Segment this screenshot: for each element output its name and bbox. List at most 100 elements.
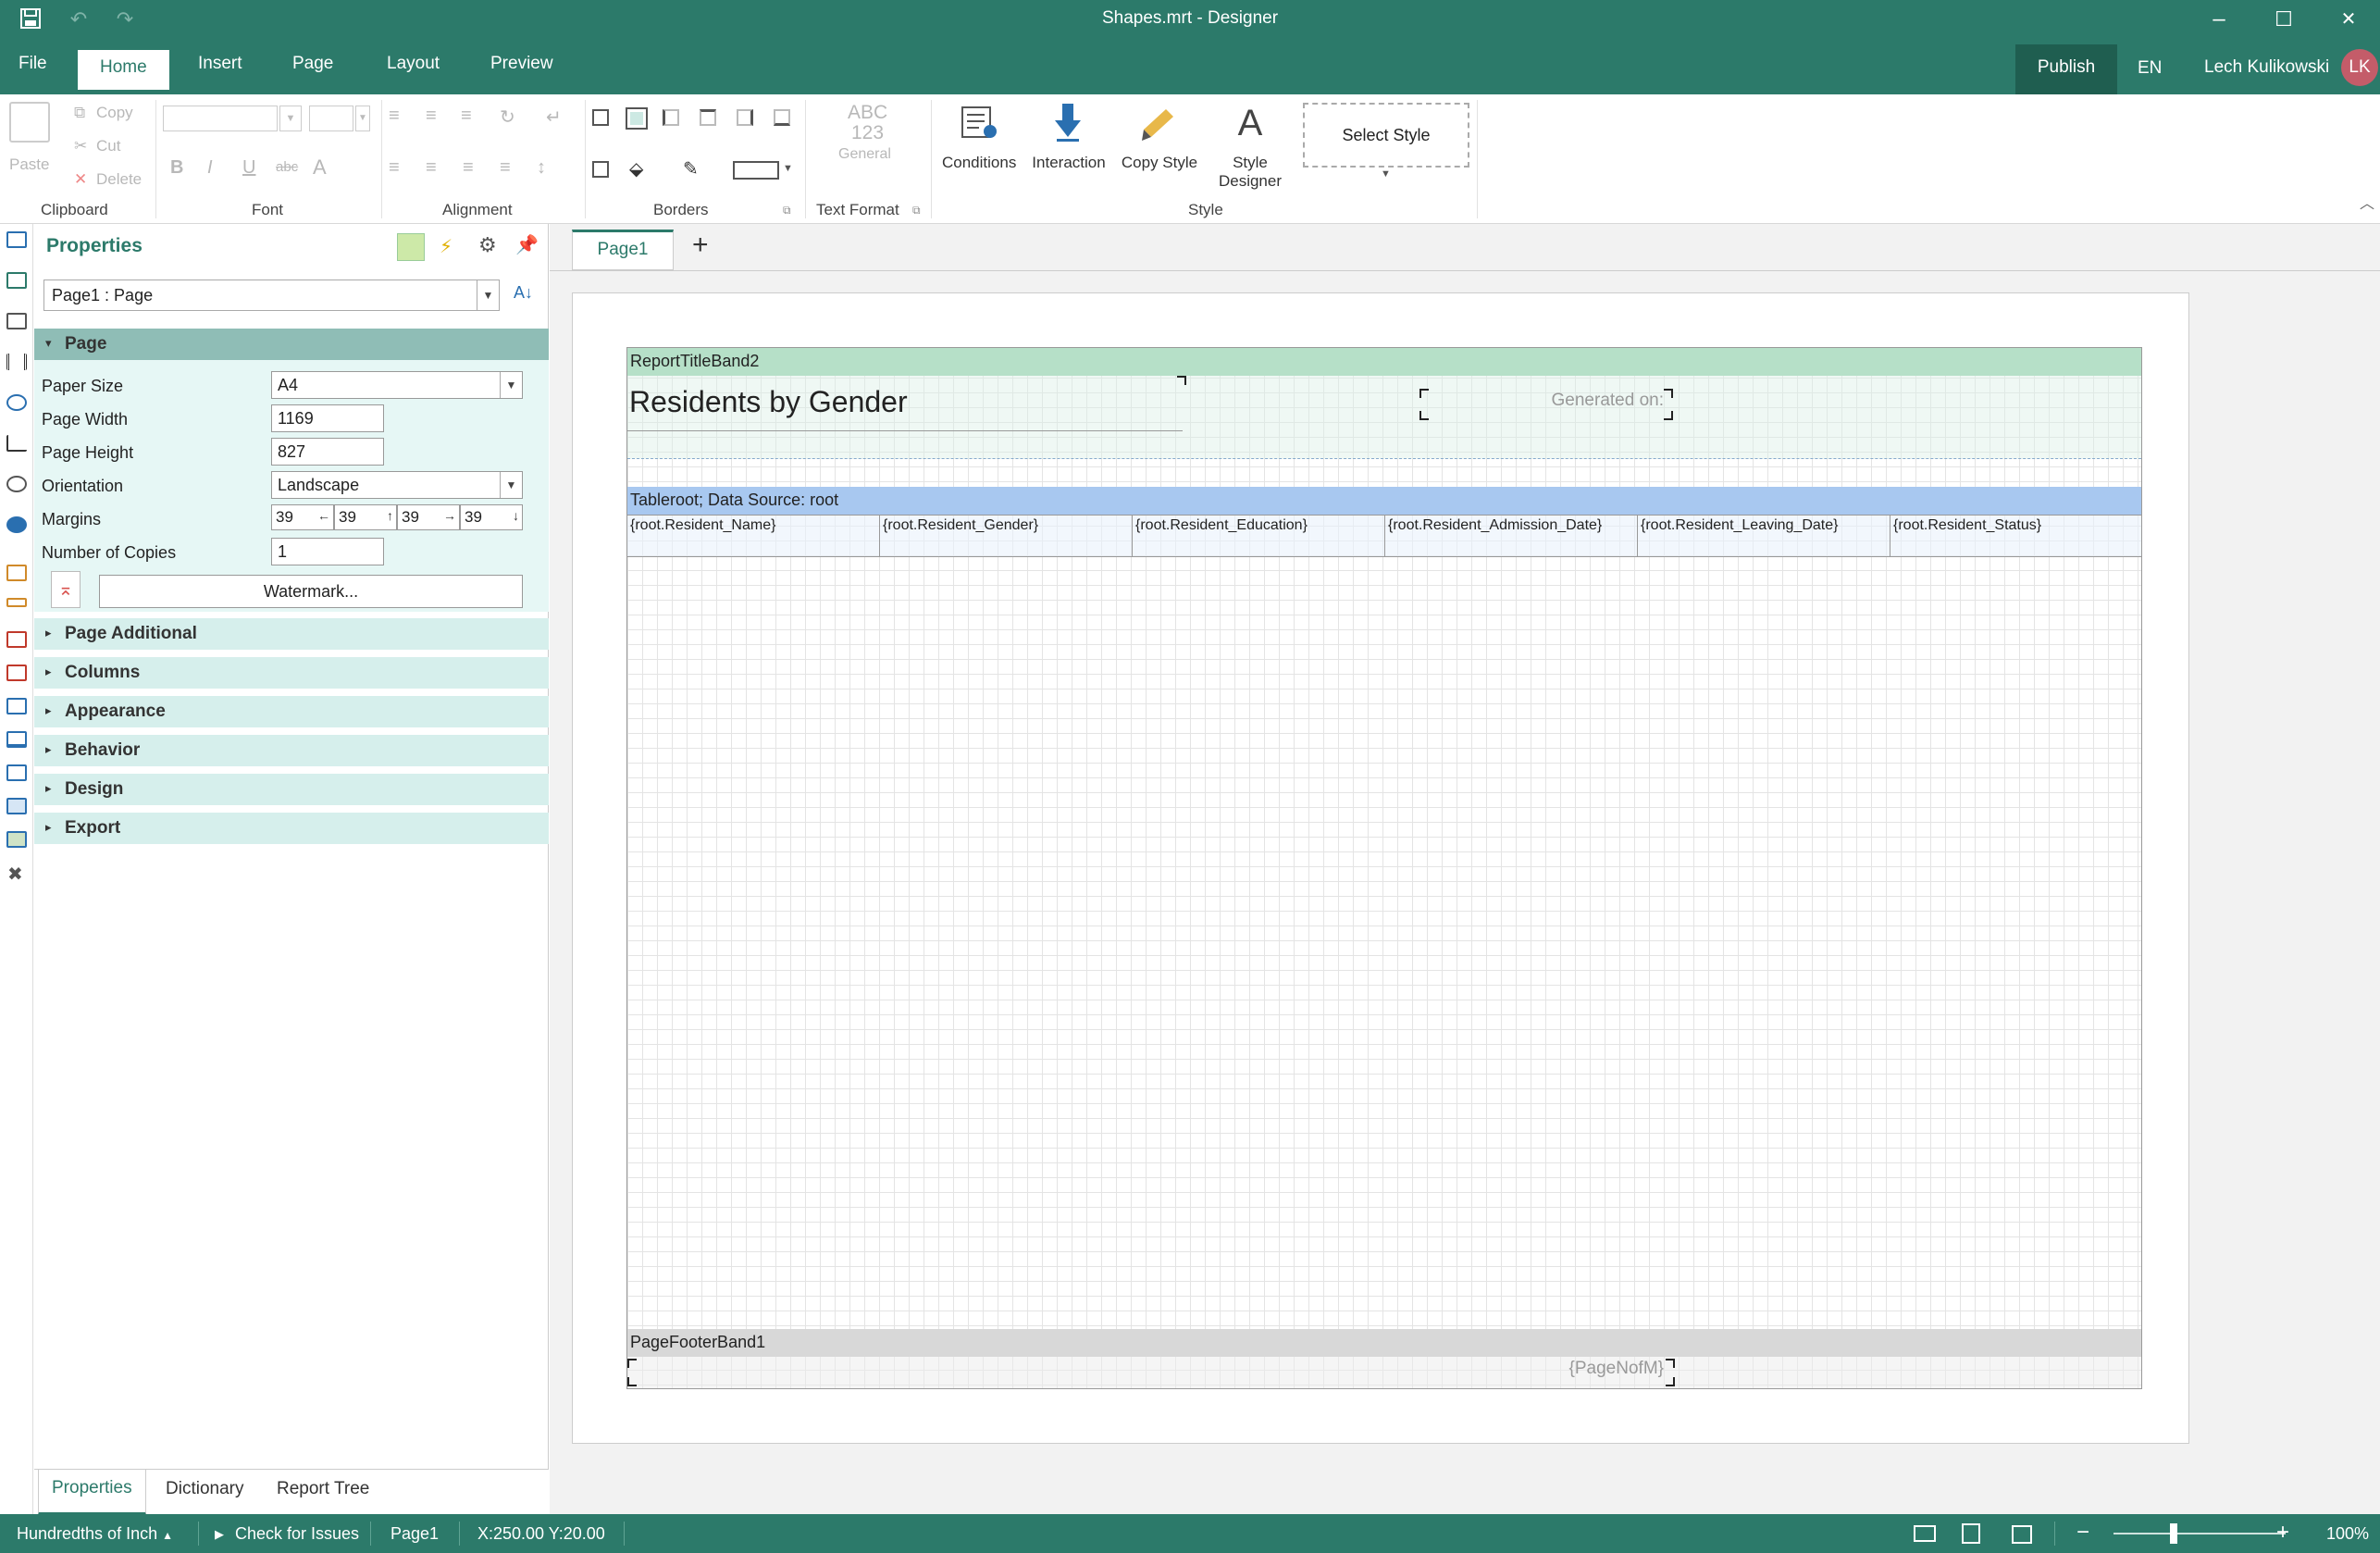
- map-icon[interactable]: [6, 516, 27, 533]
- section-behavior[interactable]: ▸ Behavior: [34, 735, 549, 766]
- page-height-input[interactable]: 827: [271, 438, 384, 466]
- table-band-header[interactable]: Tableroot; Data Source: root: [627, 487, 2141, 515]
- chevron-down-icon[interactable]: ▼: [500, 372, 522, 398]
- barcode-icon[interactable]: [6, 354, 27, 370]
- page-n-of-m-text[interactable]: {PageNofM}: [1516, 1359, 1673, 1385]
- rotate-text-icon[interactable]: ↻: [500, 106, 515, 129]
- menu-insert[interactable]: Insert: [198, 54, 242, 74]
- subreport-icon[interactable]: [6, 731, 27, 748]
- interaction-button[interactable]: Interaction: [1029, 154, 1109, 172]
- table-icon[interactable]: [6, 798, 27, 814]
- report-canvas[interactable]: ReportTitleBand2 Residents by Gender Gen…: [626, 347, 2142, 1389]
- font-size-combo[interactable]: [309, 106, 353, 131]
- settings-gear-icon[interactable]: ⚙: [478, 233, 497, 257]
- tab-dictionary[interactable]: Dictionary: [166, 1479, 243, 1499]
- add-page-button[interactable]: +: [692, 230, 709, 261]
- rich-text-2-icon[interactable]: [6, 665, 27, 681]
- language-selector[interactable]: EN: [2138, 58, 2162, 79]
- chevron-down-icon[interactable]: ▼: [500, 472, 522, 498]
- generated-on-text[interactable]: Generated on:: [1423, 391, 1673, 418]
- underline-icon[interactable]: U: [242, 157, 255, 179]
- zoom-in-icon[interactable]: +: [2276, 1520, 2289, 1546]
- chart-icon[interactable]: [6, 435, 27, 452]
- table-cell-resident-name[interactable]: {root.Resident_Name}: [627, 516, 880, 556]
- copy-button[interactable]: Copy: [96, 104, 133, 122]
- units-selector[interactable]: Hundredths of Inch ▲: [17, 1524, 173, 1544]
- page-footer-band[interactable]: [627, 1357, 2141, 1388]
- select-style-box[interactable]: Select Style: [1303, 103, 1469, 168]
- page-width-input[interactable]: 1169: [271, 404, 384, 432]
- image-icon[interactable]: [6, 831, 27, 848]
- align-bottom-icon[interactable]: ≡: [461, 106, 472, 127]
- object-selector[interactable]: Page1 : Page ▼: [43, 280, 500, 311]
- collapse-ribbon-icon[interactable]: ︿: [2360, 191, 2374, 213]
- line-spacing-icon[interactable]: ↕: [537, 157, 546, 179]
- close-button[interactable]: ✕: [2330, 4, 2367, 35]
- fit-width-icon[interactable]: [1914, 1525, 1936, 1542]
- tab-report-tree[interactable]: Report Tree: [277, 1479, 369, 1499]
- table-cell-resident-education[interactable]: {root.Resident_Education}: [1133, 516, 1385, 556]
- section-appearance[interactable]: ▸ Appearance: [34, 696, 549, 727]
- text-in-cells-icon[interactable]: [6, 598, 27, 607]
- copy-style-button[interactable]: Copy Style: [1118, 154, 1201, 172]
- clone-icon[interactable]: [6, 764, 27, 781]
- events-icon[interactable]: ⚡: [440, 235, 452, 258]
- delete-button[interactable]: Delete: [96, 170, 142, 189]
- select-style-dropdown-icon[interactable]: ▼: [1381, 168, 1391, 180]
- text-format-dialog-launcher-icon[interactable]: ⧉: [912, 204, 921, 217]
- table-cell-resident-status[interactable]: {root.Resident_Status}: [1890, 516, 2141, 556]
- tab-properties[interactable]: Properties: [38, 1470, 146, 1515]
- text-icon[interactable]: [6, 565, 27, 581]
- table-cell-resident-leaving-date[interactable]: {root.Resident_Leaving_Date}: [1638, 516, 1890, 556]
- table-cell-resident-admission-date[interactable]: {root.Resident_Admission_Date}: [1385, 516, 1638, 556]
- justify-icon[interactable]: ≡: [500, 157, 511, 179]
- font-family-combo[interactable]: [163, 106, 278, 131]
- fit-page-icon[interactable]: [1962, 1523, 1980, 1544]
- report-title-band-header[interactable]: ReportTitleBand2: [627, 348, 2141, 376]
- word-wrap-icon[interactable]: ↵: [546, 106, 562, 129]
- section-design[interactable]: ▸ Design: [34, 774, 549, 805]
- align-left-icon[interactable]: ≡: [389, 157, 400, 179]
- cut-button[interactable]: Cut: [96, 137, 120, 155]
- number-of-copies-input[interactable]: 1: [271, 538, 384, 565]
- section-export[interactable]: ▸ Export: [34, 813, 549, 844]
- align-center-icon[interactable]: ≡: [426, 157, 437, 179]
- outside-borders-icon[interactable]: [626, 107, 648, 130]
- minimize-button[interactable]: –: [2200, 4, 2237, 35]
- table-cell-resident-gender[interactable]: {root.Resident_Gender}: [880, 516, 1133, 556]
- align-middle-icon[interactable]: ≡: [426, 106, 437, 127]
- zoom-out-icon[interactable]: −: [2076, 1520, 2089, 1546]
- tab-page1[interactable]: Page1: [572, 230, 674, 270]
- shape-icon[interactable]: [6, 394, 27, 411]
- align-top-icon[interactable]: ≡: [389, 106, 400, 127]
- fill-color-icon[interactable]: ⬙: [629, 157, 643, 180]
- bottom-border-icon[interactable]: [774, 109, 790, 126]
- publish-button[interactable]: Publish: [2015, 44, 2117, 94]
- one-page-icon[interactable]: [2012, 1525, 2032, 1544]
- chevron-down-icon[interactable]: ▼: [477, 280, 499, 310]
- right-border-icon[interactable]: [737, 109, 753, 126]
- panel-icon[interactable]: [6, 698, 27, 714]
- report-page[interactable]: ReportTitleBand2 Residents by Gender Gen…: [572, 292, 2189, 1444]
- properties-view-icon[interactable]: [397, 233, 425, 261]
- data-band-icon[interactable]: [6, 272, 27, 289]
- font-color-icon[interactable]: A: [313, 155, 327, 180]
- report-title-band-icon[interactable]: [6, 231, 27, 248]
- paper-size-select[interactable]: A4 ▼: [271, 371, 523, 399]
- align-right-icon[interactable]: ≡: [463, 157, 474, 179]
- report-title-text[interactable]: Residents by Gender: [627, 376, 1183, 431]
- menu-preview[interactable]: Preview: [490, 54, 553, 74]
- all-borders-icon[interactable]: [592, 109, 609, 126]
- menu-layout[interactable]: Layout: [387, 54, 440, 74]
- margin-right-input[interactable]: 39 →: [397, 504, 460, 530]
- bold-icon[interactable]: B: [170, 157, 183, 179]
- user-name[interactable]: Lech Kulikowski: [2204, 57, 2329, 78]
- strikethrough-icon[interactable]: abc: [276, 159, 298, 175]
- no-border-icon[interactable]: [592, 161, 609, 178]
- watermark-button[interactable]: Watermark...: [99, 575, 523, 608]
- table-row[interactable]: {root.Resident_Name} {root.Resident_Gend…: [627, 515, 2141, 557]
- section-page-additional[interactable]: ▸ Page Additional: [34, 618, 549, 650]
- section-columns[interactable]: ▸ Columns: [34, 657, 549, 689]
- pin-icon[interactable]: 📌: [515, 233, 539, 256]
- style-designer-button-line2[interactable]: Designer: [1212, 172, 1288, 191]
